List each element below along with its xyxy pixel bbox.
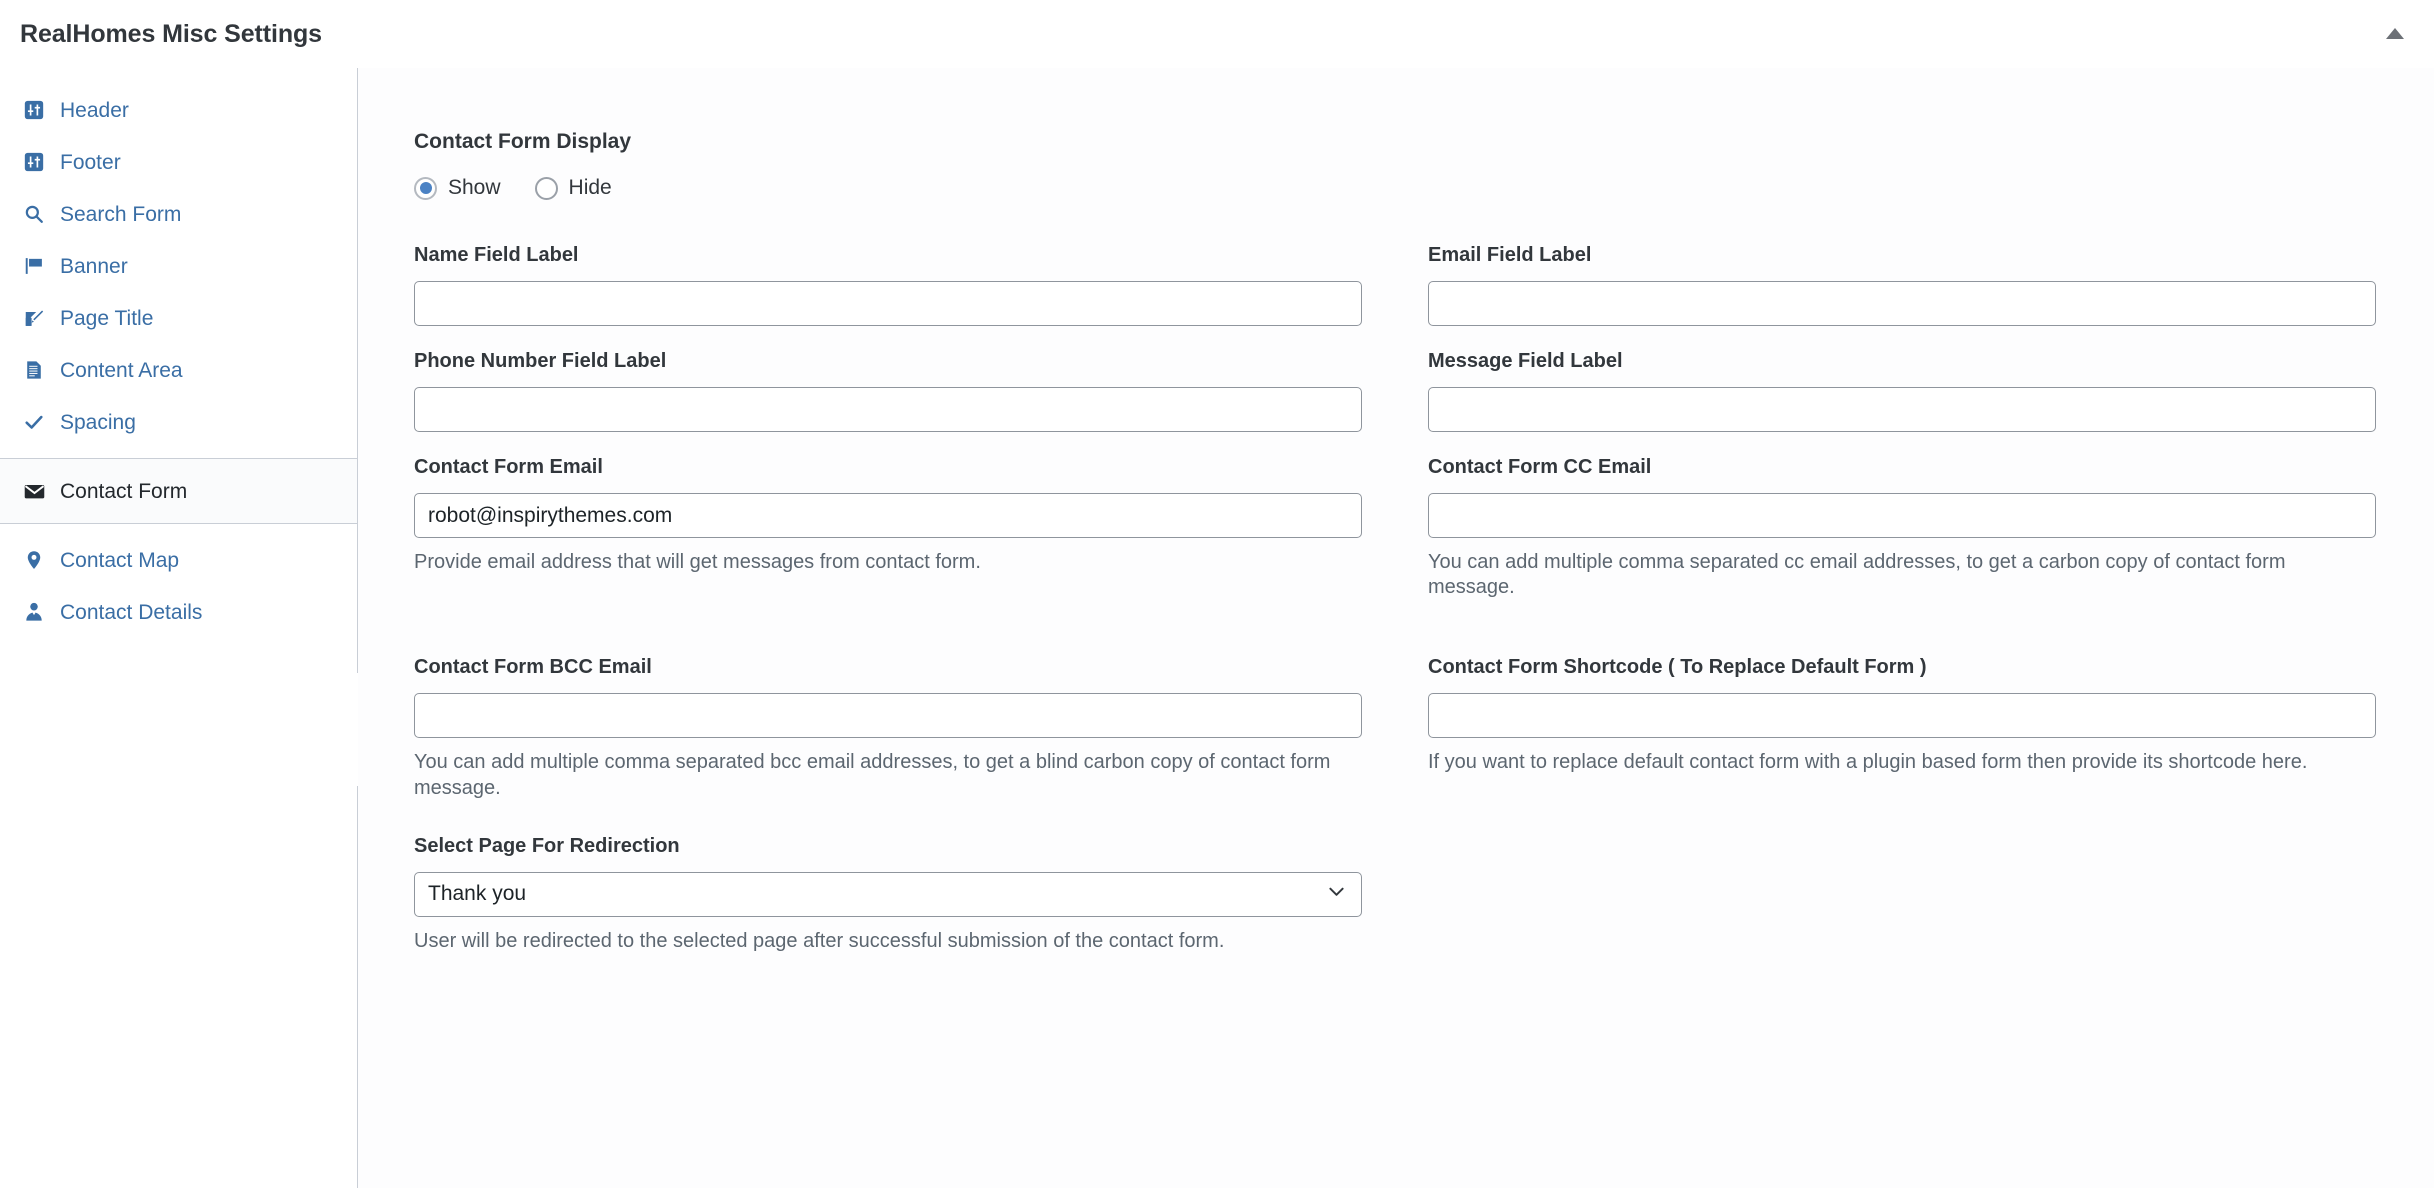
message-field-label-input[interactable] bbox=[1428, 387, 2376, 432]
sidebar-item-label: Footer bbox=[60, 150, 121, 174]
sidebar: Header Footer Search Form Banner Page Ti… bbox=[0, 68, 358, 1188]
field-row-bcc-shortcode: Contact Form BCC Email You can add multi… bbox=[414, 656, 2376, 834]
sidebar-item-search-form[interactable]: Search Form bbox=[0, 188, 358, 240]
settings-content: Contact Form Display Show Hide Name Fiel… bbox=[358, 68, 2434, 1188]
sidebar-item-contact-map[interactable]: Contact Map bbox=[0, 534, 358, 586]
contact-form-bcc-email-input[interactable] bbox=[414, 693, 1362, 739]
sidebar-item-label: Header bbox=[60, 98, 129, 122]
redirection-page-select-wrap: Thank you bbox=[414, 871, 1362, 917]
settings-panel: RealHomes Misc Settings Header Footer Se… bbox=[0, 0, 2434, 1188]
field-contact-form-shortcode: Contact Form Shortcode ( To Replace Defa… bbox=[1428, 656, 2376, 800]
field-row-redirection: Select Page For Redirection Thank you Us… bbox=[414, 835, 2376, 982]
contact-form-cc-email-input[interactable] bbox=[1428, 493, 2376, 538]
sidebar-divider-top bbox=[357, 68, 358, 673]
sliders-square-icon bbox=[22, 150, 46, 174]
sidebar-item-contact-details[interactable]: Contact Details bbox=[0, 586, 358, 638]
field-label: Phone Number Field Label bbox=[414, 350, 667, 372]
field-row-labels-1: Name Field Label Email Field Label bbox=[414, 244, 2376, 350]
field-label: Contact Form BCC Email bbox=[414, 656, 652, 679]
user-tie-icon bbox=[22, 600, 46, 624]
field-contact-form-bcc-email: Contact Form BCC Email You can add multi… bbox=[414, 656, 1362, 800]
page-title: RealHomes Misc Settings bbox=[20, 19, 322, 48]
field-email-field-label: Email Field Label bbox=[1428, 244, 2376, 326]
section-title: Contact Form Display bbox=[414, 130, 632, 153]
phone-field-label-input[interactable] bbox=[414, 387, 1362, 432]
sidebar-item-footer[interactable]: Footer bbox=[0, 136, 358, 188]
field-help-text: You can add multiple comma separated bcc… bbox=[414, 751, 1331, 799]
field-name-field-label: Name Field Label bbox=[414, 244, 1362, 326]
search-icon bbox=[22, 202, 46, 226]
sidebar-item-contact-form[interactable]: Contact Form bbox=[0, 458, 358, 524]
field-label: Contact Form Shortcode ( To Replace Defa… bbox=[1428, 656, 1927, 679]
field-phone-field-label: Phone Number Field Label bbox=[414, 350, 1362, 432]
triangle-up-glyph bbox=[2386, 27, 2404, 39]
field-label: Name Field Label bbox=[414, 244, 579, 266]
field-label: Select Page For Redirection bbox=[414, 834, 680, 857]
field-help-text: Provide email address that will get mess… bbox=[414, 551, 981, 573]
field-label: Contact Form Email bbox=[414, 456, 603, 478]
field-help-text: You can add multiple comma separated cc … bbox=[1428, 551, 2286, 599]
edit-pencil-icon bbox=[22, 306, 46, 330]
check-icon bbox=[22, 410, 46, 434]
document-icon bbox=[22, 358, 46, 382]
sidebar-item-label: Spacing bbox=[60, 410, 136, 434]
sliders-square-icon bbox=[22, 98, 46, 122]
radio-option-show[interactable]: Show bbox=[414, 176, 501, 200]
field-message-field-label: Message Field Label bbox=[1428, 350, 2376, 432]
field-label: Message Field Label bbox=[1428, 350, 1623, 372]
sidebar-divider-bottom bbox=[357, 786, 358, 1188]
sidebar-item-label: Contact Details bbox=[60, 600, 203, 624]
field-help-text: If you want to replace default contact f… bbox=[1428, 751, 2308, 774]
field-contact-form-cc-email: Contact Form CC Email You can add multip… bbox=[1428, 456, 2376, 600]
redirection-page-selected-value: Thank you bbox=[428, 882, 527, 906]
sidebar-item-label: Banner bbox=[60, 254, 128, 278]
contact-form-shortcode-input[interactable] bbox=[1428, 693, 2376, 739]
radio-option-hide[interactable]: Hide bbox=[534, 176, 612, 200]
sidebar-item-label: Page Title bbox=[60, 306, 154, 330]
field-label: Email Field Label bbox=[1428, 244, 1592, 266]
field-label: Contact Form CC Email bbox=[1428, 456, 1652, 478]
name-field-label-input[interactable] bbox=[414, 281, 1362, 326]
panel-header: RealHomes Misc Settings bbox=[0, 0, 2434, 68]
sidebar-item-page-title[interactable]: Page Title bbox=[0, 292, 358, 344]
field-help-text: User will be redirected to the selected … bbox=[414, 929, 1225, 952]
panel-body: Header Footer Search Form Banner Page Ti… bbox=[0, 68, 2434, 1188]
radio-label-show: Show bbox=[448, 176, 501, 199]
envelope-icon bbox=[22, 479, 46, 503]
sidebar-item-label: Search Form bbox=[60, 202, 182, 226]
field-contact-form-email: Contact Form Email Provide email address… bbox=[414, 456, 1362, 600]
contact-form-email-input[interactable] bbox=[414, 493, 1362, 538]
map-pin-icon bbox=[22, 548, 46, 572]
sidebar-item-banner[interactable]: Banner bbox=[0, 240, 358, 292]
sidebar-item-label: Contact Map bbox=[60, 548, 180, 572]
sidebar-item-header[interactable]: Header bbox=[0, 84, 358, 136]
radio-mark-show[interactable] bbox=[414, 176, 437, 200]
sidebar-item-content-area[interactable]: Content Area bbox=[0, 344, 358, 396]
redirection-page-select[interactable]: Thank you bbox=[414, 871, 1362, 917]
field-row-redirection-empty-cell bbox=[1428, 835, 2376, 982]
field-row-labels-2: Phone Number Field Label Message Field L… bbox=[414, 350, 2376, 456]
sidebar-item-spacing[interactable]: Spacing bbox=[0, 396, 358, 448]
email-field-label-input[interactable] bbox=[1428, 281, 2376, 326]
field-redirection-page: Select Page For Redirection Thank you Us… bbox=[414, 835, 1362, 954]
sidebar-item-label: Contact Form bbox=[60, 479, 188, 503]
radio-mark-hide[interactable] bbox=[534, 176, 558, 200]
radio-label-hide: Hide bbox=[568, 176, 612, 199]
contact-form-display-radio-group: Show Hide bbox=[414, 176, 2376, 200]
triangle-up-icon[interactable] bbox=[2384, 22, 2406, 44]
flag-icon bbox=[22, 254, 46, 278]
field-row-emails: Contact Form Email Provide email address… bbox=[414, 456, 2376, 634]
sidebar-item-label: Content Area bbox=[60, 358, 183, 382]
